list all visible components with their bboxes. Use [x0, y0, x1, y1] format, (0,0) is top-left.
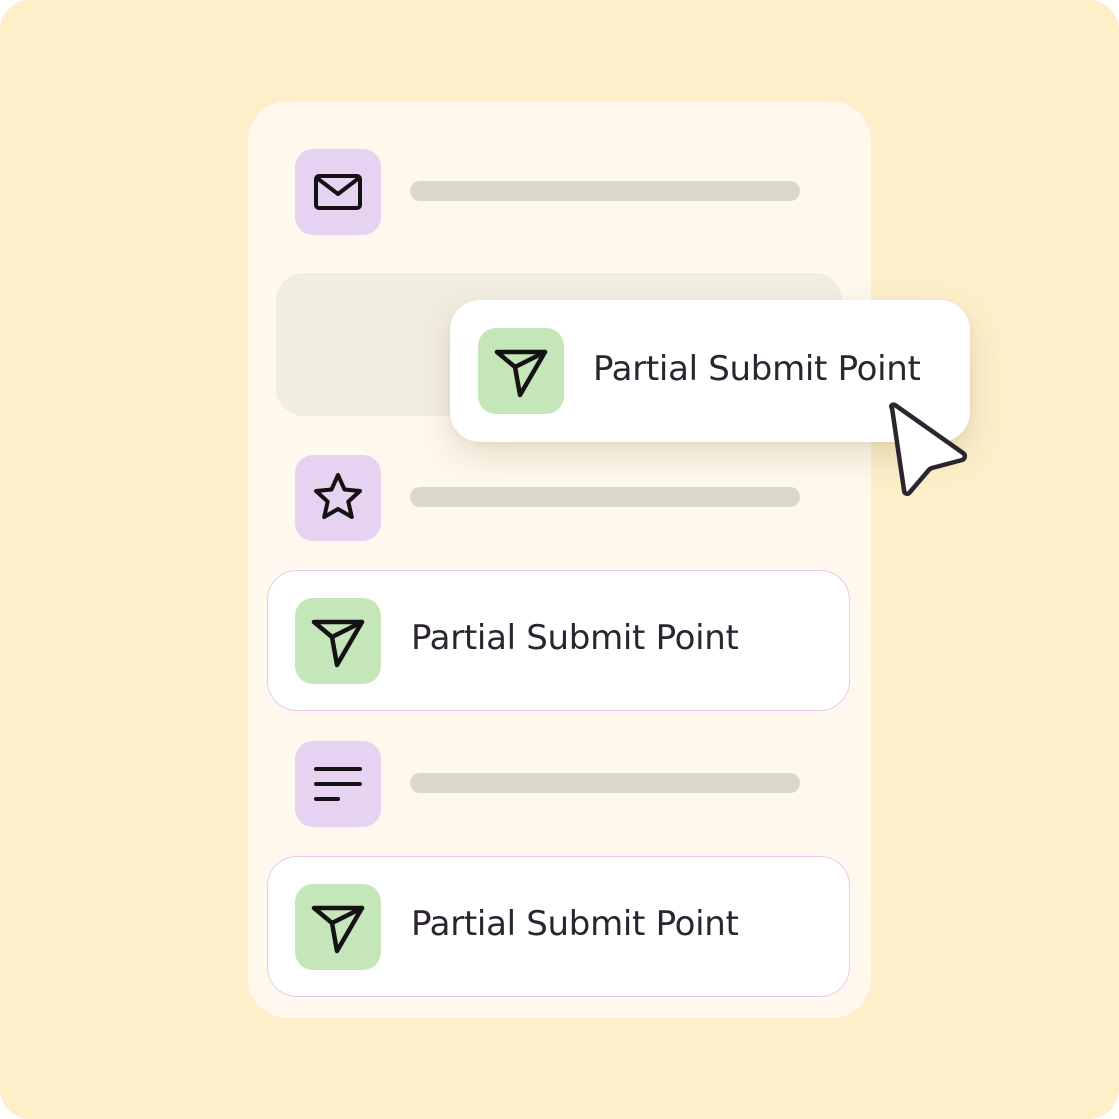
drag-card-label: Partial Submit Point: [593, 349, 921, 389]
envelope-icon: [314, 174, 362, 210]
item-label: Partial Submit Point: [411, 904, 739, 944]
text-block-tile[interactable]: [295, 741, 381, 827]
pointer-cursor-icon: [888, 402, 968, 496]
placeholder-line: [410, 181, 800, 201]
send-icon: [311, 905, 365, 954]
send-icon: [311, 619, 365, 668]
send-tile: [295, 598, 381, 684]
item-label: Partial Submit Point: [411, 618, 739, 658]
send-icon: [494, 349, 548, 398]
rating-block-tile[interactable]: [295, 455, 381, 541]
star-icon: [314, 473, 362, 519]
illustration-canvas: Partial Submit Point Partial Submit Poin…: [0, 0, 1119, 1119]
placeholder-line: [410, 773, 800, 793]
send-tile: [478, 328, 564, 414]
email-block-tile[interactable]: [295, 149, 381, 235]
send-tile: [295, 884, 381, 970]
text-lines-icon: [314, 767, 362, 801]
placeholder-line: [410, 487, 800, 507]
